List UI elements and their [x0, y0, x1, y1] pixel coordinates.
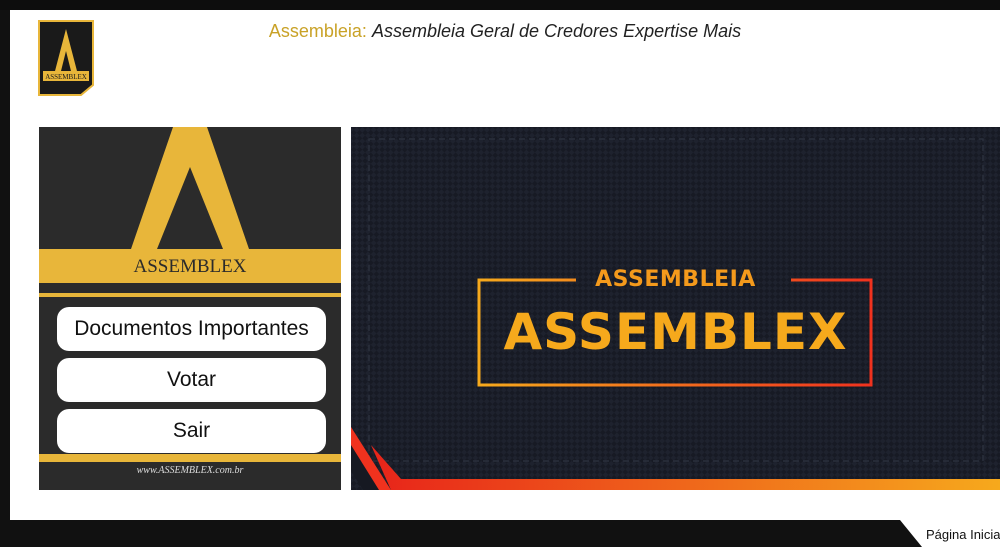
website-url: www.ASSEMBLEX.com.br	[136, 465, 244, 476]
home-link[interactable]: Página Inicial	[926, 527, 1000, 542]
app-name: Assembleia:	[268, 21, 367, 41]
left-menu-panel: ASSEMBLEX Documentos Importantes Votar S…	[39, 127, 341, 490]
assembleia-banner: ASSEMBLEIA ASSEMBLEX	[351, 127, 1000, 490]
page-title: Assembleia: Assembleia Geral de Credores…	[10, 21, 1000, 42]
banner-big-title: ASSEMBLEX	[503, 303, 848, 361]
bottom-bar	[0, 520, 1000, 547]
footer-stripe	[39, 454, 341, 462]
banner-small-title: ASSEMBLEIA	[595, 267, 756, 292]
vote-button[interactable]: Votar	[57, 358, 326, 402]
assembly-subtitle: Assembleia Geral de Credores Expertise M…	[371, 21, 742, 41]
assemblex-brand-image: ASSEMBLEX	[39, 127, 341, 297]
documents-button[interactable]: Documentos Importantes	[57, 307, 326, 351]
logo-text: ASSEMBLEX	[45, 73, 87, 81]
main-content: ASSEMBLEX Assembleia: Assembleia Geral d…	[10, 10, 1000, 520]
top-bar	[0, 0, 1000, 10]
exit-button[interactable]: Sair	[57, 409, 326, 453]
brand-name: ASSEMBLEX	[134, 256, 247, 277]
page: ASSEMBLEX Assembleia: Assembleia Geral d…	[0, 0, 1000, 547]
